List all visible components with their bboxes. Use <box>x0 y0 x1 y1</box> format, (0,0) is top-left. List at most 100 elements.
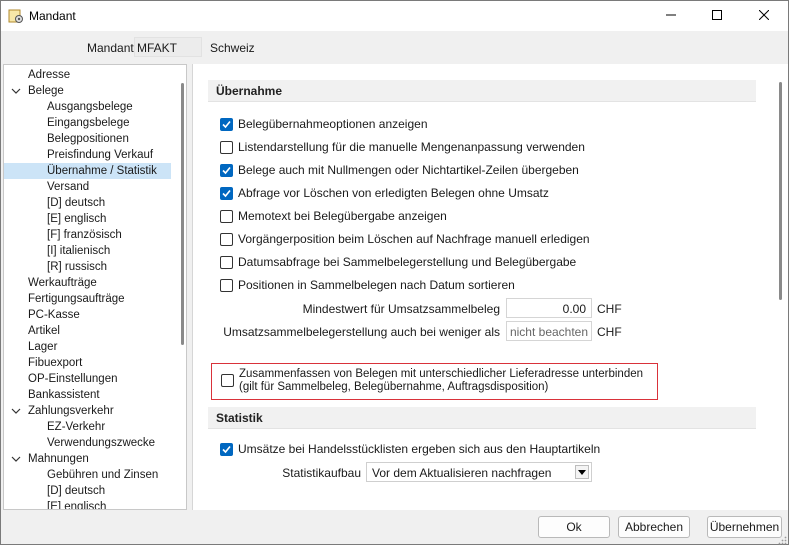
create-label: Umsatzsammelbelegerstellung auch bei wen… <box>223 325 500 339</box>
close-button[interactable] <box>741 1 787 31</box>
close-icon <box>758 9 770 23</box>
resize-grip-icon[interactable] <box>778 534 787 545</box>
tree-item-label: [I] italienisch <box>47 245 111 257</box>
tree-item-label: Mahnungen <box>28 453 89 465</box>
tree-item-label: Adresse <box>28 69 71 81</box>
tree-item-label: [R] russisch <box>47 261 108 273</box>
tree-item-label: Preisfindung Verkauf <box>47 149 154 161</box>
option-row[interactable]: Positionen in Sammelbelegen nach Datum s… <box>220 277 515 293</box>
statistikaufbau-label: Statistikaufbau <box>282 466 361 480</box>
combine-line-1: Zusammenfassen von Belegen mit unterschi… <box>239 368 644 380</box>
mandant-field: MFAKT <box>134 37 202 57</box>
combine-label: Zusammenfassen von Belegen mit unterschi… <box>239 368 643 394</box>
create-value-unit: CHF <box>597 325 622 339</box>
tree-item-label: Verwendungszwecke <box>47 437 156 449</box>
option-label: Vorgängerposition beim Löschen auf Nachf… <box>238 232 590 246</box>
tree-item-label: Lager <box>28 341 58 353</box>
apply-button[interactable]: Übernehmen <box>707 516 782 538</box>
statistik-option-row[interactable]: Umsätze bei Handelsstücklisten ergeben s… <box>220 441 600 457</box>
combine-checkbox[interactable] <box>221 374 234 387</box>
chevron-down-icon[interactable] <box>11 83 21 99</box>
option-row[interactable]: Memotext bei Belegübergabe anzeigen <box>220 208 447 224</box>
mandant-country: Schweiz <box>210 41 255 55</box>
tree-item-label: Bankassistent <box>28 389 100 401</box>
tree-item-label: Eingangsbelege <box>47 117 130 129</box>
option-row[interactable]: Listendarstellung für die manuelle Menge… <box>220 139 585 155</box>
tree-item-label: Werkaufträge <box>28 277 97 289</box>
minimize-icon <box>666 9 676 23</box>
min-value-label: Mindestwert für Umsatzsammelbeleg <box>302 302 500 316</box>
tree-item-label: Ausgangsbelege <box>47 101 133 113</box>
option-label: Datumsabfrage bei Sammelbelegerstellung … <box>238 255 577 269</box>
combine-highlight: Zusammenfassen von Belegen mit unterschi… <box>211 363 658 400</box>
option-row[interactable]: Datumsabfrage bei Sammelbelegerstellung … <box>220 254 576 270</box>
tree-item-label: [F] französisch <box>47 229 122 241</box>
option-checkbox[interactable] <box>220 186 233 200</box>
panel-scrollbar[interactable] <box>776 64 786 508</box>
mandant-label: Mandant <box>87 41 134 55</box>
option-checkbox[interactable] <box>220 117 233 131</box>
window-title: Mandant <box>29 9 76 23</box>
title-bar: Mandant <box>1 1 788 31</box>
option-checkbox[interactable] <box>220 278 233 292</box>
tree-item[interactable]: Übernahme / Statistik <box>4 163 171 179</box>
tree-item-label: Belegpositionen <box>47 133 129 145</box>
statistik-option-label: Umsätze bei Handelsstücklisten ergeben s… <box>238 442 601 456</box>
tree-scrollbar-thumb[interactable] <box>181 83 184 345</box>
chevron-down-icon[interactable] <box>575 465 589 479</box>
option-label: Positionen in Sammelbelegen nach Datum s… <box>238 278 515 292</box>
statistikaufbau-select[interactable]: Vor dem Aktualisieren nachfragen <box>366 462 592 482</box>
option-label: Listendarstellung für die manuelle Menge… <box>238 140 585 154</box>
option-row[interactable]: Abfrage vor Löschen von erledigten Beleg… <box>220 185 549 201</box>
option-row[interactable]: Belege auch mit Nullmengen oder Nichtart… <box>220 162 579 178</box>
tree-item-label: PC-Kasse <box>28 309 80 321</box>
checkmark-icon <box>222 120 231 128</box>
tree-item-label: [E] englisch <box>47 501 107 510</box>
tree-item-label: Gebühren und Zinsen <box>47 469 159 481</box>
option-checkbox[interactable] <box>220 140 233 154</box>
tree-item-label: Artikel <box>28 325 60 337</box>
statistik-option-checkbox[interactable] <box>220 442 233 456</box>
app-gear-icon <box>8 8 24 24</box>
cancel-button[interactable]: Abbrechen <box>618 516 690 538</box>
checkmark-icon <box>222 189 231 197</box>
tree-item-label: Fertigungsaufträge <box>28 293 125 305</box>
tree-item-label: EZ-Verkehr <box>47 421 106 433</box>
statistikaufbau-value: Vor dem Aktualisieren nachfragen <box>372 466 552 480</box>
tree-item-label: Zahlungsverkehr <box>28 405 114 417</box>
option-checkbox[interactable] <box>220 209 233 223</box>
settings-panel: Übernahme Belegübernahmeoptionen anzeige… <box>192 64 788 510</box>
tree-scrollbar[interactable] <box>177 65 186 509</box>
tree-item-label: Versand <box>47 181 90 193</box>
tree-item-label: [E] englisch <box>47 213 107 225</box>
chevron-down-icon[interactable] <box>11 403 21 419</box>
tree-item-label: Fibuexport <box>28 357 83 369</box>
maximize-icon <box>712 9 722 23</box>
option-checkbox[interactable] <box>220 232 233 246</box>
tree-item-label: OP-Einstellungen <box>28 373 118 385</box>
tree-item-label: Übernahme / Statistik <box>47 165 157 177</box>
combine-line-2: (gilt für Sammelbeleg, Belegübernahme, A… <box>239 381 549 393</box>
create-value-field[interactable]: nicht beachten <box>506 321 592 341</box>
checkmark-icon <box>222 445 231 453</box>
option-label: Abfrage vor Löschen von erledigten Beleg… <box>238 186 549 200</box>
option-checkbox[interactable] <box>220 255 233 269</box>
panel-scrollbar-thumb[interactable] <box>779 82 782 300</box>
min-value-input[interactable]: 0.00 <box>506 298 592 318</box>
option-label: Memotext bei Belegübergabe anzeigen <box>238 209 447 223</box>
tree-item-label: [D] deutsch <box>47 485 106 497</box>
navigation-tree[interactable]: Adresse Belege Ausgangsbelege Eingangsbeleg… <box>3 64 187 510</box>
checkmark-icon <box>222 166 231 174</box>
mandant-window: Mandant Mandant MFAKT Schweiz Adresse Bel… <box>0 0 789 545</box>
tree-item-label: Belege <box>28 85 64 97</box>
section-uebernahme: Übernahme <box>208 80 756 102</box>
option-row[interactable]: Belegübernahmeoptionen anzeigen <box>220 116 428 132</box>
ok-button[interactable]: Ok <box>538 516 610 538</box>
section-statistik: Statistik <box>208 407 756 429</box>
minimize-button[interactable] <box>648 1 694 31</box>
min-value-unit: CHF <box>597 302 622 316</box>
maximize-button[interactable] <box>694 1 740 31</box>
option-checkbox[interactable] <box>220 163 233 177</box>
option-row[interactable]: Vorgängerposition beim Löschen auf Nachf… <box>220 231 590 247</box>
chevron-down-icon[interactable] <box>11 451 21 467</box>
